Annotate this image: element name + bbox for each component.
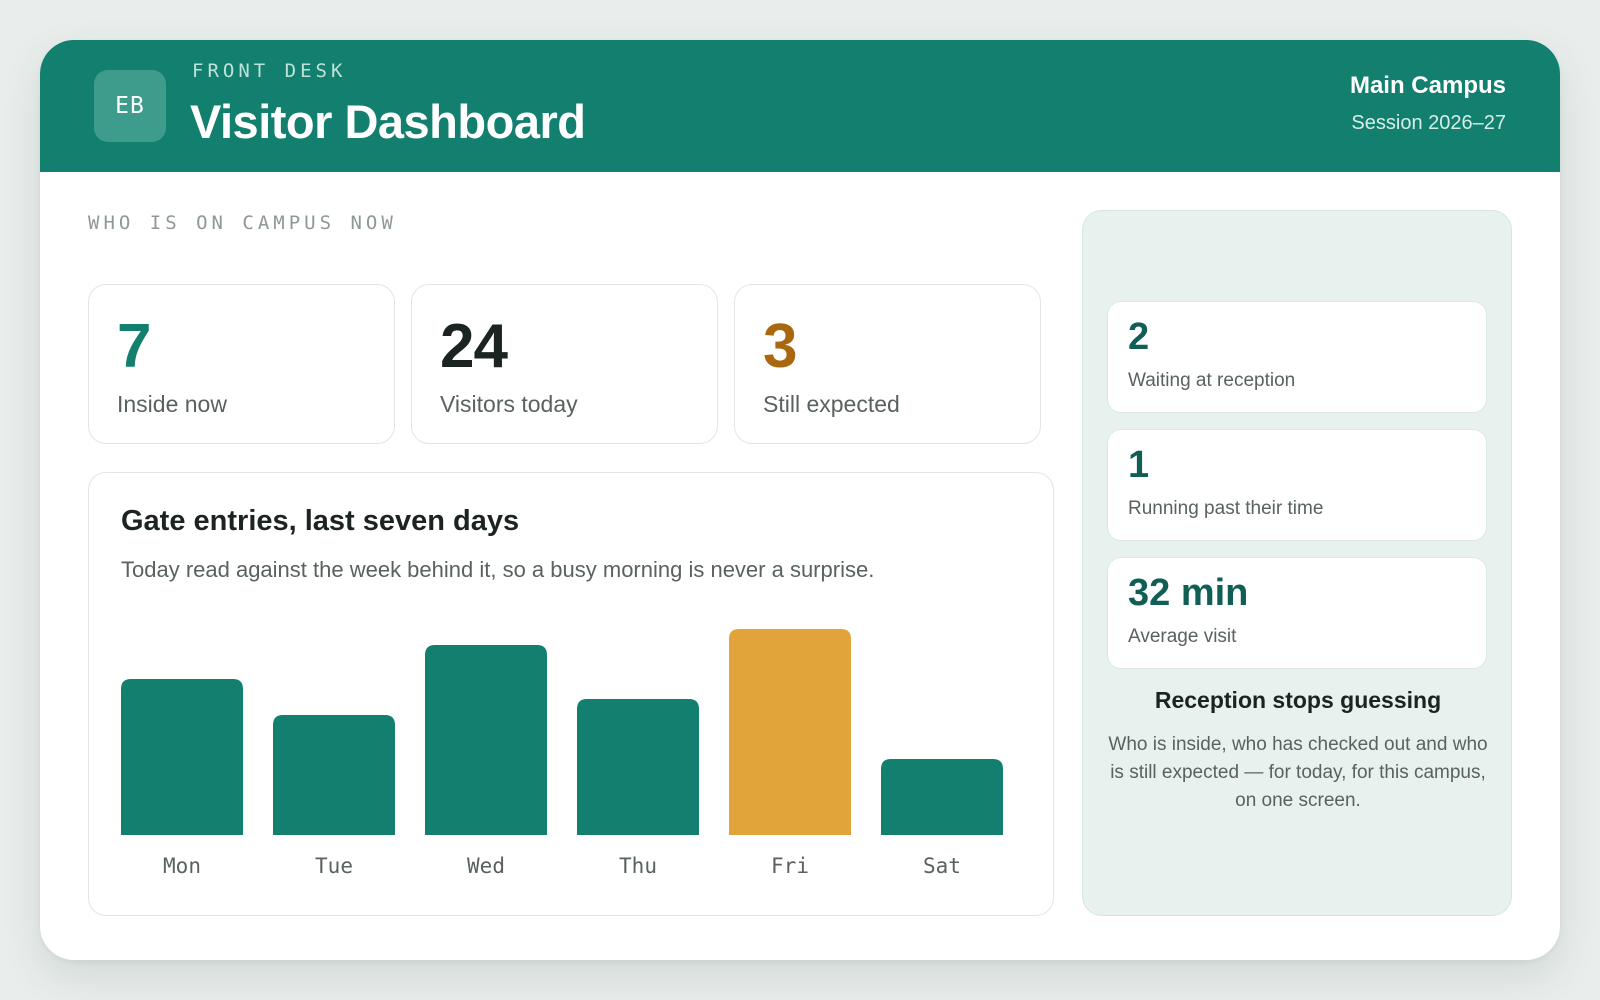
summary-text: Who is inside, who has checked out and w… xyxy=(1108,734,1488,811)
logo-badge: EB xyxy=(94,70,166,142)
bar-sat xyxy=(881,759,1003,835)
stat-card-inside-now: 7 Inside now xyxy=(88,284,395,444)
summary-card-waiting: 2 Waiting at reception xyxy=(1107,301,1487,413)
summary-panel: 2 Waiting at reception 1 Running past th… xyxy=(1082,210,1512,916)
bar-thu xyxy=(577,699,699,835)
bar-tue xyxy=(273,715,395,835)
x-tick-label: Sat xyxy=(923,854,961,878)
bar-mon xyxy=(121,679,243,835)
dashboard-card: EB FRONT DESK Visitor Dashboard Main Cam… xyxy=(40,40,1560,960)
campus-name: Main Campus xyxy=(1349,72,1506,99)
stat-value: 24 xyxy=(440,312,508,381)
x-tick-label: Tue xyxy=(315,854,353,878)
stat-card-still-expected: 3 Still expected xyxy=(734,284,1041,444)
summary-label: Waiting at reception xyxy=(1128,370,1296,391)
x-tick-label: Mon xyxy=(163,854,201,878)
summary-value: 1 xyxy=(1128,444,1150,486)
stat-label: Still expected xyxy=(763,391,900,417)
x-tick-label: Thu xyxy=(619,854,657,878)
gate-entries-chart-card: Gate entries, last seven days Today read… xyxy=(88,472,1054,916)
bar-fri xyxy=(729,629,851,835)
session-label: Session 2026–27 xyxy=(1351,112,1506,134)
stat-value: 3 xyxy=(763,312,797,381)
bar-wed xyxy=(425,645,547,835)
page-title: Visitor Dashboard xyxy=(190,95,586,148)
summary-label: Average visit xyxy=(1128,626,1237,647)
summary-value: 32 min xyxy=(1128,572,1249,614)
header-eyebrow: FRONT DESK xyxy=(192,60,347,82)
summary-card-overdue: 1 Running past their time xyxy=(1107,429,1487,541)
stat-value: 7 xyxy=(117,312,151,381)
x-tick-label: Wed xyxy=(467,854,505,878)
stat-label: Inside now xyxy=(117,391,227,417)
section-label: WHO IS ON CAMPUS NOW xyxy=(88,212,397,234)
stat-card-visitors-today: 24 Visitors today xyxy=(411,284,718,444)
summary-title: Reception stops guessing xyxy=(1154,687,1442,713)
stat-label: Visitors today xyxy=(440,391,578,417)
bar-chart: Mon Tue Wed Thu Fri Sat xyxy=(121,629,1003,878)
summary-value: 2 xyxy=(1128,316,1150,358)
summary-label: Running past their time xyxy=(1128,498,1324,519)
summary-card-average-visit: 32 min Average visit xyxy=(1107,557,1487,669)
x-tick-label: Fri xyxy=(771,854,809,878)
header-bar: EB FRONT DESK Visitor Dashboard Main Cam… xyxy=(40,40,1560,172)
